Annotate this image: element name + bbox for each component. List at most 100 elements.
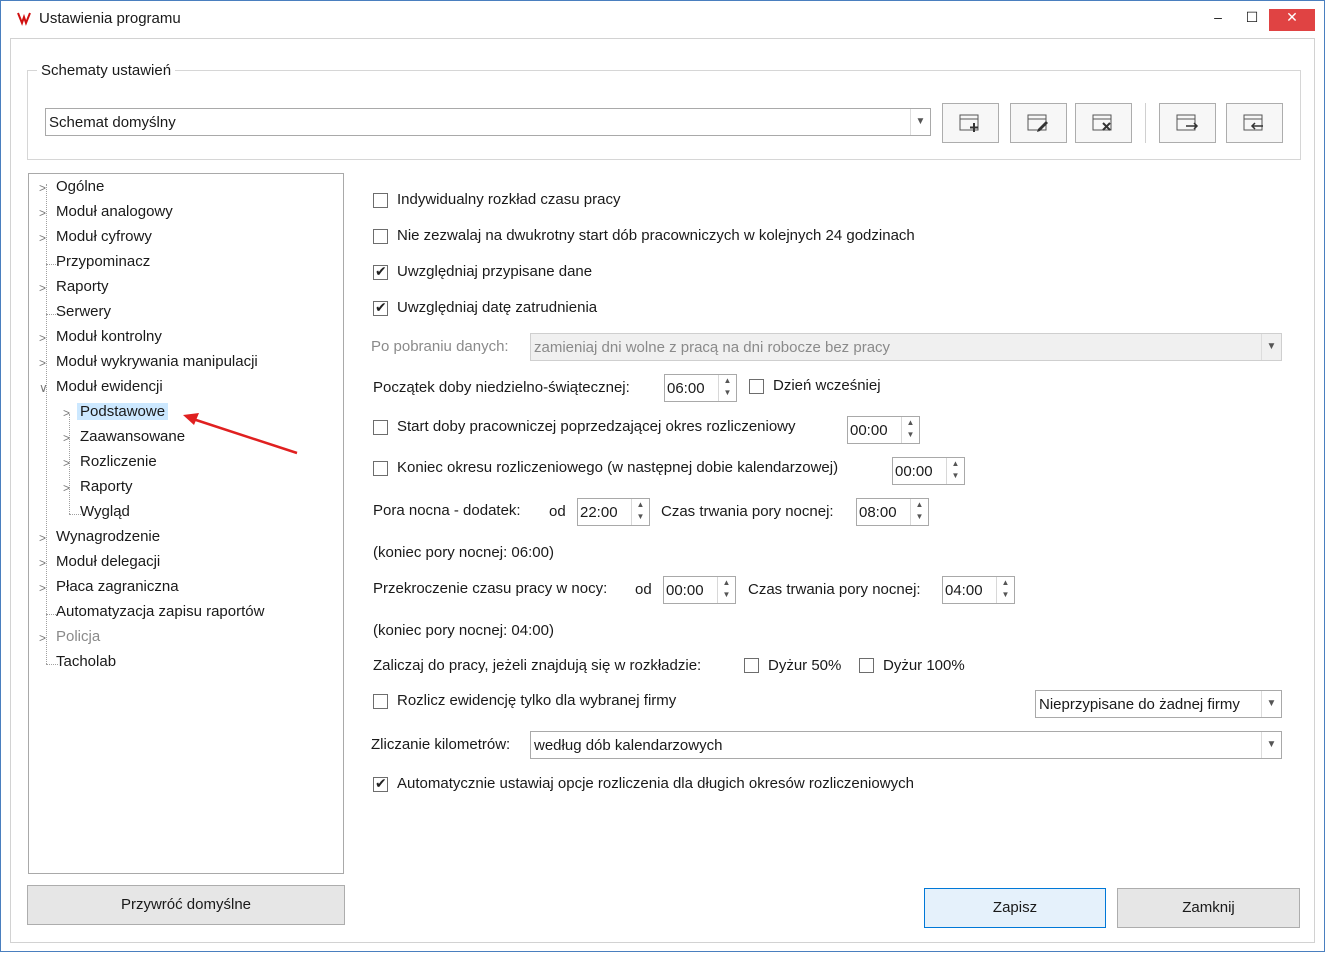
end-of-period-label: Koniec okresu rozliczeniowego (w następn…: [397, 459, 839, 476]
km-counting-label: Zliczanie kilometrów:: [371, 736, 511, 753]
delete-window-icon: [1092, 114, 1112, 131]
chevron-down-icon: ▼: [1261, 732, 1281, 758]
scheme-select[interactable]: Schemat domyślny ▼: [45, 108, 931, 136]
day-earlier-label: Dzień wcześniej: [773, 377, 881, 394]
include-hire-date-label: Uwzględniaj datę zatrudnienia: [397, 299, 598, 316]
chevron-right-icon[interactable]: >: [39, 177, 51, 199]
scheme-select-value: Schemat domyślny: [49, 114, 176, 131]
start-before-period-label: Start doby pracowniczej poprzedzającej o…: [397, 418, 796, 435]
chevron-right-icon[interactable]: >: [39, 627, 51, 649]
chevron-down-icon: ▼: [910, 109, 930, 135]
count-duty-label: Zaliczaj do pracy, jeżeli znajdują się w…: [373, 657, 702, 674]
sunday-start-label: Początek doby niedzielno-świątecznej:: [373, 379, 630, 396]
chevron-right-icon[interactable]: >: [39, 352, 51, 374]
duty-50-label: Dyżur 50%: [768, 657, 842, 674]
day-earlier-checkbox[interactable]: [749, 379, 764, 394]
start-before-period-value: 00:00: [850, 422, 888, 439]
chevron-right-icon[interactable]: >: [63, 427, 75, 449]
checkmark-icon: ✔: [375, 775, 387, 791]
company-select[interactable]: Nieprzypisane do żadnej firmy ▼: [1035, 690, 1282, 718]
settings-content: Schematy ustawień Schemat domyślny ▼ > O…: [10, 38, 1315, 943]
chevron-right-icon[interactable]: >: [39, 327, 51, 349]
night-bonus-from-spinner[interactable]: 22:00 ▲ ▼: [577, 498, 650, 526]
chevron-right-icon[interactable]: >: [63, 477, 75, 499]
chevron-down-icon[interactable]: ∨: [39, 377, 51, 399]
edit-scheme-button[interactable]: [1010, 103, 1067, 143]
chevron-right-icon[interactable]: >: [39, 227, 51, 249]
no-double-start-checkbox[interactable]: [373, 229, 388, 244]
spinner-arrows-icon[interactable]: ▲ ▼: [996, 577, 1014, 603]
night-overtime-duration-label: Czas trwania pory nocnej:: [748, 581, 921, 598]
include-assigned-label: Uwzględniaj przypisane dane: [397, 263, 593, 280]
night-overtime-duration-spinner[interactable]: 04:00 ▲ ▼: [942, 576, 1015, 604]
chevron-right-icon[interactable]: >: [39, 552, 51, 574]
close-button[interactable]: Zamknij: [1117, 888, 1300, 928]
export-icon: [1176, 114, 1199, 131]
chevron-right-icon[interactable]: >: [63, 452, 75, 474]
km-counting-select[interactable]: według dób kalendarzowych ▼: [530, 731, 1282, 759]
night-bonus-from-value: 22:00: [580, 504, 618, 521]
individual-schedule-label: Indywidualny rozkład czasu pracy: [397, 191, 621, 208]
app-logo-icon: [16, 10, 32, 26]
spinner-arrows-icon[interactable]: ▲ ▼: [717, 577, 735, 603]
include-assigned-checkbox[interactable]: ✔: [373, 263, 388, 280]
spinner-arrows-icon[interactable]: ▲ ▼: [631, 499, 649, 525]
chevron-right-icon[interactable]: >: [39, 577, 51, 599]
night-bonus-duration-label: Czas trwania pory nocnej:: [661, 503, 834, 520]
end-of-period-spinner[interactable]: 00:00 ▲ ▼: [892, 457, 965, 485]
chevron-right-icon[interactable]: >: [63, 402, 75, 424]
night-overtime-from-value: 00:00: [666, 582, 704, 599]
chevron-right-icon[interactable]: >: [39, 277, 51, 299]
toolbar-separator: [1145, 103, 1146, 143]
title-bar: Ustawienia programu – ☐ ✕: [1, 1, 1324, 37]
sunday-start-value: 06:00: [667, 380, 705, 397]
window-title: Ustawienia programu: [39, 10, 181, 27]
save-button[interactable]: Zapisz: [924, 888, 1106, 928]
close-window-button[interactable]: ✕: [1269, 9, 1315, 31]
auto-long-periods-checkbox[interactable]: ✔: [373, 775, 388, 792]
spinner-arrows-icon[interactable]: ▲ ▼: [901, 417, 919, 443]
night-bonus-from-label: od: [549, 503, 566, 520]
night-bonus-label: Pora nocna - dodatek:: [373, 502, 521, 519]
spinner-arrows-icon[interactable]: ▲ ▼: [718, 375, 736, 401]
selected-company-label: Rozlicz ewidencję tylko dla wybranej fir…: [397, 692, 677, 709]
chevron-down-icon: ▼: [1261, 691, 1281, 717]
import-icon: [1243, 114, 1263, 131]
restore-defaults-button[interactable]: Przywróć domyślne: [27, 885, 345, 925]
night-bonus-duration-spinner[interactable]: 08:00 ▲ ▼: [856, 498, 929, 526]
chevron-right-icon[interactable]: >: [39, 202, 51, 224]
night-overtime-from-label: od: [635, 581, 652, 598]
after-download-label: Po pobraniu danych:: [371, 338, 509, 355]
sunday-start-spinner[interactable]: 06:00 ▲ ▼: [664, 374, 737, 402]
start-before-period-spinner[interactable]: 00:00 ▲ ▼: [847, 416, 920, 444]
night-bonus-duration-value: 08:00: [859, 504, 897, 521]
add-scheme-button[interactable]: [942, 103, 999, 143]
duty-100-checkbox[interactable]: [859, 658, 874, 673]
km-counting-value: według dób kalendarzowych: [534, 737, 723, 754]
selected-company-checkbox[interactable]: [373, 694, 388, 709]
end-of-period-checkbox[interactable]: [373, 461, 388, 476]
night-overtime-duration-value: 04:00: [945, 582, 983, 599]
night-bonus-end-note: (koniec pory nocnej: 06:00): [373, 544, 554, 561]
checkmark-icon: ✔: [375, 299, 387, 315]
night-overtime-label: Przekroczenie czasu pracy w nocy:: [373, 580, 608, 597]
import-scheme-button[interactable]: [1226, 103, 1283, 143]
add-window-icon: [959, 114, 979, 132]
no-double-start-label: Nie zezwalaj na dwukrotny start dób prac…: [397, 227, 915, 244]
end-of-period-value: 00:00: [895, 463, 933, 480]
spinner-arrows-icon[interactable]: ▲ ▼: [910, 499, 928, 525]
night-overtime-end-note: (koniec pory nocnej: 04:00): [373, 622, 554, 639]
edit-window-icon: [1027, 114, 1048, 132]
include-hire-date-checkbox[interactable]: ✔: [373, 299, 388, 316]
individual-schedule-checkbox[interactable]: [373, 193, 388, 208]
after-download-select[interactable]: zamieniaj dni wolne z pracą na dni roboc…: [530, 333, 1282, 361]
duty-50-checkbox[interactable]: [744, 658, 759, 673]
export-scheme-button[interactable]: [1159, 103, 1216, 143]
chevron-right-icon[interactable]: >: [39, 527, 51, 549]
start-before-period-checkbox[interactable]: [373, 420, 388, 435]
spinner-arrows-icon[interactable]: ▲ ▼: [946, 458, 964, 484]
delete-scheme-button[interactable]: [1075, 103, 1132, 143]
settings-tree: > Ogólne > Moduł analogowy > Moduł cyfro…: [28, 173, 344, 874]
schemes-group-label: Schematy ustawień: [37, 62, 176, 79]
night-overtime-from-spinner[interactable]: 00:00 ▲ ▼: [663, 576, 736, 604]
